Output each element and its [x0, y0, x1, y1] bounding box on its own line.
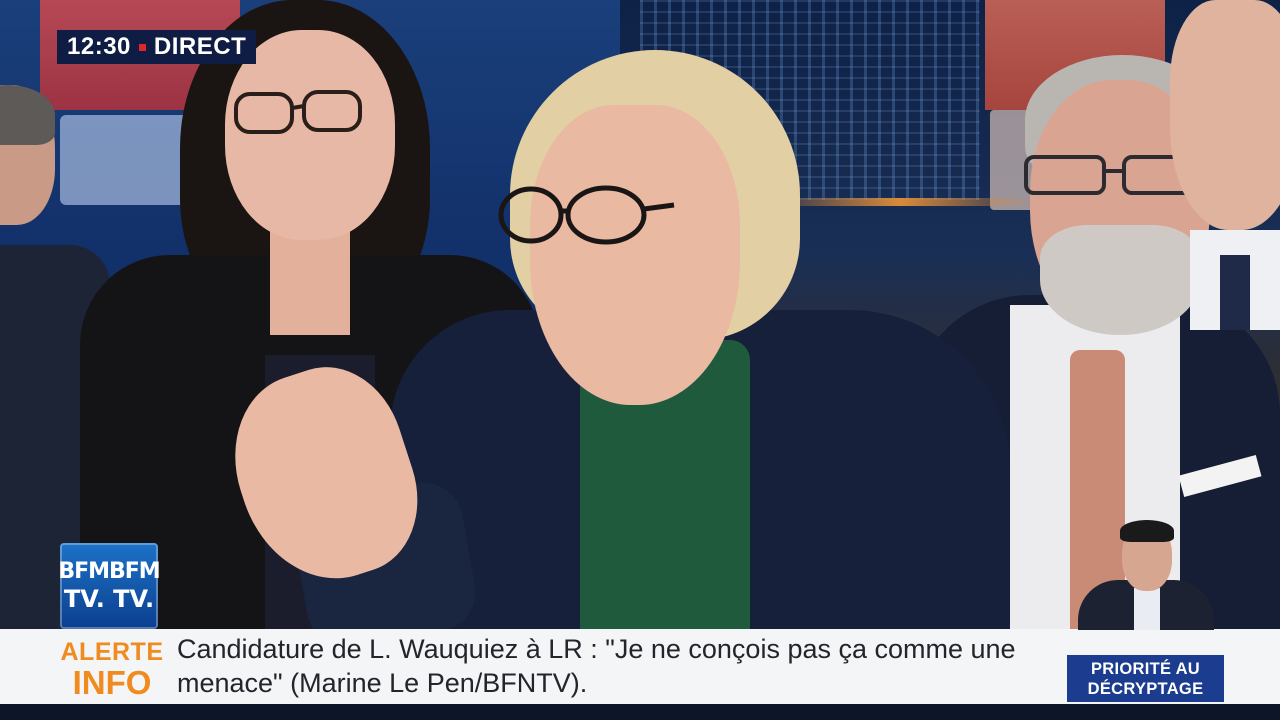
channel-logo-line2: TV. TV. [63, 585, 155, 613]
program-badge: PRIORITÉ AU DÉCRYPTAGE [1067, 655, 1224, 702]
bottom-strip [0, 704, 1280, 720]
live-status: DIRECT [153, 33, 247, 60]
ticker-headline: Candidature de L. Wauquiez à LR : "Je ne… [177, 634, 1016, 698]
broadcast-time: 12:30 [67, 33, 131, 60]
alert-info-label: ALERTE INFO [60, 633, 164, 703]
live-time-badge: 12:30 DIRECT [57, 30, 257, 64]
channel-logo-line1: BFMBFM [58, 559, 160, 584]
guest-young-face [1170, 0, 1280, 230]
guest-left-hair [0, 85, 55, 145]
channel-logo: BFMBFM TV. TV. [58, 543, 161, 629]
alert-label-line2: INFO [72, 663, 152, 701]
program-badge-line2: DÉCRYPTAGE [1087, 679, 1204, 698]
program-badge-line1: PRIORITÉ AU [1090, 659, 1201, 678]
presenter-thumbnail [1078, 520, 1214, 630]
live-dot-icon [138, 43, 146, 51]
presenter-shirt [1134, 588, 1160, 630]
glasses-icon [498, 185, 675, 245]
main-speaker [211, 50, 1010, 654]
presenter-hair [1120, 520, 1174, 542]
guest-young-man [1160, 0, 1280, 330]
main-speaker-face [530, 105, 740, 405]
alert-label-line1: ALERTE [60, 637, 164, 666]
guest-young-tie [1220, 255, 1250, 330]
